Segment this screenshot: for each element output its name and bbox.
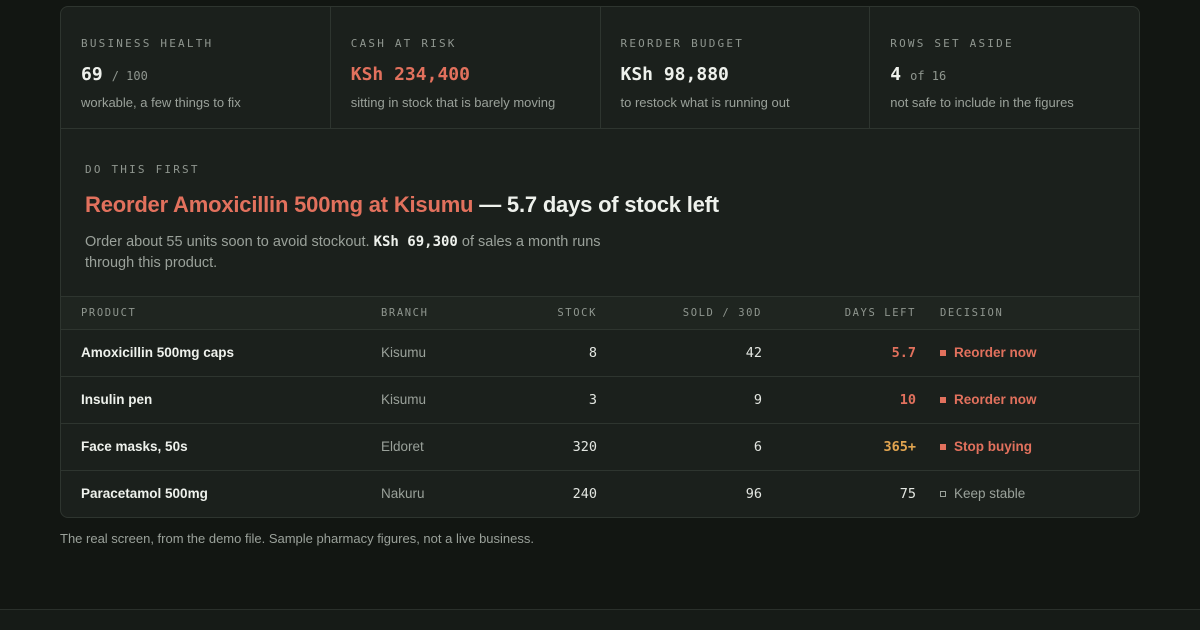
hollow-square-icon xyxy=(940,490,946,497)
stat-business-health: BUSINESS HEALTH 69 / 100 workable, a few… xyxy=(61,7,331,128)
page: BUSINESS HEALTH 69 / 100 workable, a few… xyxy=(0,0,1200,630)
branch-name: Kisumu xyxy=(381,392,427,407)
stat-value: KSh 234,400 xyxy=(350,64,470,85)
filled-square-icon xyxy=(940,443,946,450)
stock-count: 8 xyxy=(588,344,597,361)
filled-square-icon xyxy=(940,396,946,403)
explanation-text: Order about 55 units soon to avoid stock… xyxy=(85,234,374,250)
decision-tag: Keep stable xyxy=(940,486,1139,502)
sold-30d: 9 xyxy=(753,391,762,408)
column-header-product: PRODUCT xyxy=(61,297,381,330)
priority-detail: — 5.7 days of stock left xyxy=(473,192,719,217)
sold-30d: 96 xyxy=(745,485,762,502)
priority-headline: Reorder Amoxicillin 500mg at Kisumu — 5.… xyxy=(85,190,1115,220)
sold-30d: 42 xyxy=(745,344,762,361)
product-name: Insulin pen xyxy=(81,392,153,407)
column-header-stock: STOCK xyxy=(511,297,597,330)
stat-suffix: / 100 xyxy=(111,69,148,83)
stat-rows-set-aside: ROWS SET ASIDE 4 of 16 not safe to inclu… xyxy=(870,7,1139,128)
days-left: 75 xyxy=(899,485,916,502)
decision-label: Keep stable xyxy=(954,486,1026,502)
stat-description: workable, a few things to fix xyxy=(81,95,241,110)
table-row: Amoxicillin 500mg caps Kisumu 8 42 5.7 R… xyxy=(61,329,1139,376)
decision-label: Reorder now xyxy=(954,392,1037,407)
caption: The real screen, from the demo file. Sam… xyxy=(60,531,534,546)
do-this-first-panel: DO THIS FIRST Reorder Amoxicillin 500mg … xyxy=(61,129,1139,297)
stock-count: 320 xyxy=(572,438,597,455)
stat-reorder-budget: REORDER BUDGET KSh 98,880 to restock wha… xyxy=(601,7,871,128)
column-header-sold: SOLD / 30D xyxy=(597,297,762,330)
sold-30d: 6 xyxy=(753,438,762,455)
days-left: 5.7 xyxy=(891,344,916,361)
decision-tag: Reorder now xyxy=(940,345,1139,360)
priority-action: Reorder Amoxicillin 500mg at Kisumu xyxy=(85,192,474,217)
stat-value: 4 xyxy=(890,64,902,85)
dashboard-card: BUSINESS HEALTH 69 / 100 workable, a few… xyxy=(60,6,1140,518)
stock-count: 3 xyxy=(588,391,597,408)
column-header-days-left: DAYS LEFT xyxy=(762,297,916,330)
stats-row: BUSINESS HEALTH 69 / 100 workable, a few… xyxy=(61,7,1139,129)
monthly-sales-amount: KSh 69,300 xyxy=(373,234,458,250)
column-header-decision: DECISION xyxy=(916,297,1139,330)
product-name: Paracetamol 500mg xyxy=(81,486,208,502)
column-header-branch: BRANCH xyxy=(381,297,511,330)
stat-value: KSh 98,880 xyxy=(620,64,729,85)
table-row: Paracetamol 500mg Nakuru 240 96 75 Keep … xyxy=(61,470,1139,517)
decision-tag: Reorder now xyxy=(940,392,1139,407)
stat-description: not safe to include in the figures xyxy=(890,95,1074,110)
stock-count: 240 xyxy=(572,485,597,502)
stock-decision-table: PRODUCT BRANCH STOCK SOLD / 30D DAYS LEF… xyxy=(61,297,1139,517)
stat-label: CASH AT RISK xyxy=(350,37,457,50)
table-row: Face masks, 50s Eldoret 320 6 365+ Stop … xyxy=(61,423,1139,470)
priority-explanation: Order about 55 units soon to avoid stock… xyxy=(85,232,605,274)
do-this-first-label: DO THIS FIRST xyxy=(85,163,200,176)
days-left: 365+ xyxy=(883,438,916,455)
stat-cash-at-risk: CASH AT RISK KSh 234,400 sitting in stoc… xyxy=(331,7,601,128)
branch-name: Eldoret xyxy=(381,439,424,454)
stat-label: REORDER BUDGET xyxy=(620,37,745,50)
footer-bar xyxy=(0,609,1200,630)
product-name: Amoxicillin 500mg caps xyxy=(81,345,235,360)
filled-square-icon xyxy=(940,349,946,356)
branch-name: Nakuru xyxy=(381,486,425,502)
stat-label: BUSINESS HEALTH xyxy=(81,37,214,50)
table-row: Insulin pen Kisumu 3 9 10 Reorder now xyxy=(61,376,1139,423)
stat-suffix: of 16 xyxy=(910,69,947,83)
decision-tag: Stop buying xyxy=(940,439,1139,454)
product-name: Face masks, 50s xyxy=(81,439,188,454)
decision-label: Stop buying xyxy=(954,439,1032,454)
stat-description: sitting in stock that is barely moving xyxy=(350,95,556,110)
stat-value: 69 xyxy=(81,64,103,85)
table-header-row: PRODUCT BRANCH STOCK SOLD / 30D DAYS LEF… xyxy=(61,297,1139,330)
stat-label: ROWS SET ASIDE xyxy=(890,37,1014,50)
days-left: 10 xyxy=(899,391,916,408)
stat-description: to restock what is running out xyxy=(620,95,790,110)
decision-label: Reorder now xyxy=(954,345,1037,360)
branch-name: Kisumu xyxy=(381,345,427,360)
